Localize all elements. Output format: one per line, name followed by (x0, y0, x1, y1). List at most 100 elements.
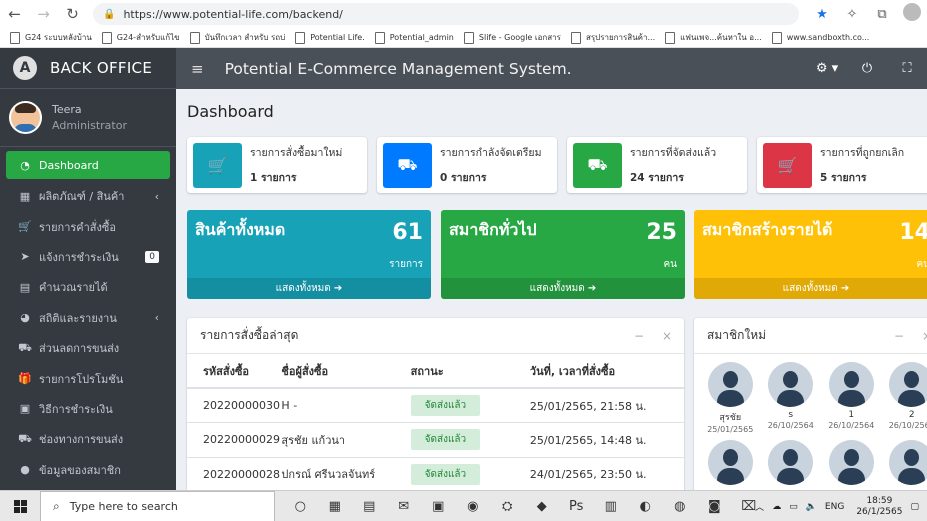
taskbar-app-icon[interactable]: ▣ (421, 499, 456, 514)
taskbar-app-icon[interactable]: ⛭ (490, 499, 525, 514)
sidebar-item-dashboard[interactable]: ◔ Dashboard (6, 151, 170, 179)
taskbar-app-icon[interactable]: ✉ (387, 499, 422, 514)
list-item[interactable]: 1 26/10/2564 (821, 362, 882, 434)
bookmark-item[interactable]: Potential Life. (295, 31, 365, 44)
show-all-link[interactable]: แสดงทั้งหมด ➔ (187, 278, 431, 299)
member-name[interactable]: s (761, 410, 822, 420)
menu-toggle-icon[interactable]: ≡ (191, 60, 204, 78)
bookmark-item[interactable]: แฟนเพจ...ค้นหาใน อ... (665, 31, 762, 44)
taskbar-app-icon[interactable]: ◉ (456, 499, 491, 514)
language-indicator[interactable]: ENG (825, 502, 844, 512)
list-item[interactable] (700, 440, 761, 488)
bookmark-page-icon (295, 31, 306, 44)
bookmark-label: บันทึกเวลา สำหรับ รถบ่ (204, 33, 286, 42)
list-item[interactable] (821, 440, 882, 488)
extensions-icon[interactable]: ✧ (837, 7, 867, 22)
sidebar-item-shipping-discount[interactable]: ⛟ ส่วนลดการขนส่ง (0, 333, 176, 363)
taskbar-app-icon[interactable]: ◍ (663, 499, 698, 514)
list-item[interactable] (882, 440, 927, 488)
collections-icon[interactable]: ⧉ (867, 7, 897, 22)
show-all-link[interactable]: แสดงทั้งหมด ➔ (441, 278, 685, 299)
list-item[interactable]: 226/10/2564 (882, 362, 927, 434)
bookmark-item[interactable]: G24 ระบบหลังบ้าน (10, 31, 92, 44)
order-id[interactable]: 20220000029 (187, 422, 282, 458)
bookmark-item[interactable]: www.sandboxth.co... (771, 31, 869, 44)
sidebar-item-income-calc[interactable]: ▤ คำนวณรายได้ (0, 272, 176, 302)
bookmark-page-icon (665, 31, 676, 44)
info-box[interactable]: 🛒 รายการสั่งซื้อมาใหม่ 1 รายการ (187, 137, 367, 193)
taskbar-app-icon[interactable]: ○ (283, 499, 318, 514)
back-arrow-icon[interactable]: ← (0, 5, 29, 23)
info-box[interactable]: ⛟ รายการที่จัดส่งแล้ว 24 รายการ (567, 137, 747, 193)
bookmark-label: Potential_admin (389, 33, 454, 42)
url-text: https://www.potential-life.com/backend/ (123, 7, 343, 21)
member-name[interactable]: 1 (821, 410, 882, 420)
address-bar[interactable]: 🔒 https://www.potential-life.com/backend… (93, 3, 799, 25)
taskbar-search-input[interactable]: ⌕ Type here to search (40, 490, 275, 521)
bookmark-item[interactable]: Potential_admin (374, 31, 454, 44)
table-row[interactable]: 20220000028 ปกรณ์ ศรีนวลจันทร์ จัดส่งแล้ว 2… (187, 457, 684, 490)
windows-start-icon[interactable] (0, 499, 40, 513)
bookmark-item[interactable]: G24-สำหรับแก้ไข (101, 31, 180, 44)
star-icon[interactable]: ★ (807, 7, 837, 22)
reload-icon[interactable]: ↻ (58, 5, 87, 23)
member-name[interactable]: สุรชัย (700, 410, 761, 424)
list-item[interactable]: s 26/10/2564 (761, 362, 822, 434)
power-icon[interactable]: ⏻ (847, 61, 887, 76)
user-icon: ● (20, 463, 30, 477)
minimize-icon[interactable]: − (894, 329, 904, 343)
sidebar-item-label: รายการคำสั่งซื้อ (39, 220, 116, 234)
order-datetime: 25/01/2565, 21:58 น. (529, 388, 684, 423)
bookmark-item[interactable]: บันทึกเวลา สำหรับ รถบ่ (189, 31, 286, 44)
taskbar-app-icon[interactable]: ◐ (628, 499, 663, 514)
info-box-value: 24 รายการ (630, 172, 684, 184)
bookmark-page-icon (771, 31, 782, 44)
taskbar-app-icon[interactable]: ▥ (594, 499, 629, 514)
sidebar-item-promotions[interactable]: 🎁 รายการโปรโมชัน (0, 363, 176, 393)
sidebar-item-member-info[interactable]: ● ข้อมูลของสมาชิก (0, 455, 176, 485)
minimize-icon[interactable]: − (634, 329, 644, 343)
stat-box-number: 14 (899, 220, 927, 245)
user-panel[interactable]: Teera Administrator (0, 89, 176, 147)
info-box[interactable]: ⛟ รายการกำลังจัดเตรียม 0 รายการ (377, 137, 557, 193)
fullscreen-icon[interactable]: ⛶ (887, 61, 927, 76)
close-icon[interactable]: × (662, 329, 672, 343)
show-all-link[interactable]: แสดงทั้งหมด ➔ (694, 278, 927, 299)
taskbar-app-icon[interactable]: ◙ (697, 499, 732, 514)
settings-icon[interactable]: ⚙ ▾ (807, 61, 847, 76)
volume-icon[interactable]: 🔈 (806, 502, 817, 512)
tray-chevron-icon[interactable]: ︿ (755, 500, 764, 513)
network-icon[interactable]: ☁ (772, 502, 781, 512)
close-icon[interactable]: × (922, 329, 927, 343)
info-box[interactable]: 🛒 รายการที่ถูกยกเลิก 5 รายการ (757, 137, 927, 193)
bookmark-page-icon (374, 31, 385, 44)
clock[interactable]: 18:59 26/1/2565 (856, 496, 902, 518)
bookmark-item[interactable]: Slife - Google เอกสาร (463, 31, 561, 44)
order-id[interactable]: 20220000030 (187, 388, 282, 423)
table-row[interactable]: 20220000029 สุรชัย แก้วนา จัดส่งแล้ว 25/01/… (187, 422, 684, 458)
order-id[interactable]: 20220000028 (187, 457, 282, 490)
notifications-icon[interactable]: ▢ (910, 502, 919, 512)
list-item[interactable]: สุรชัย 25/01/2565 (700, 362, 761, 434)
list-item[interactable] (761, 440, 822, 488)
sidebar-item-payment-notify[interactable]: ➤ แจ้งการชำระเงิน 0 (0, 242, 176, 272)
sidebar-item-stats[interactable]: ◕ สถิติและรายงาน ‹ (0, 303, 176, 333)
taskbar-app-icon[interactable]: Ps (559, 499, 594, 514)
taskbar-app-icon[interactable]: ▦ (318, 499, 353, 514)
sidebar: A BACK OFFICE Teera Administrator ◔ Dashb… (0, 48, 176, 490)
bookmark-item[interactable]: สรุปรายการสินค้า... (570, 31, 655, 44)
forward-arrow-icon[interactable]: → (29, 5, 58, 23)
sidebar-item-products[interactable]: ▦ ผลิตภัณฑ์ / สินค้า ‹ (0, 181, 176, 211)
sidebar-item-payment-methods[interactable]: ▣ วิธีการชำระเงิน (0, 394, 176, 424)
profile-icon[interactable] (897, 3, 927, 25)
battery-icon[interactable]: ▭ (789, 502, 798, 512)
taskbar-app-icon[interactable]: ▤ (352, 499, 387, 514)
table-row[interactable]: 20220000030 H - จัดส่งแล้ว 25/01/2565, 21:5… (187, 388, 684, 423)
sidebar-item-orders[interactable]: 🛒 รายการคำสั่งซื้อ (0, 211, 176, 241)
sidebar-item-label: Dashboard (39, 158, 99, 172)
taskbar-app-icon[interactable]: ◆ (525, 499, 560, 514)
status-badge: จัดส่งแล้ว (410, 463, 481, 485)
member-name[interactable]: 2 (882, 410, 927, 420)
sidebar-item-shipping-channels[interactable]: ⛟ ช่องทางการขนส่ง (0, 424, 176, 454)
brand[interactable]: A BACK OFFICE (0, 48, 176, 89)
